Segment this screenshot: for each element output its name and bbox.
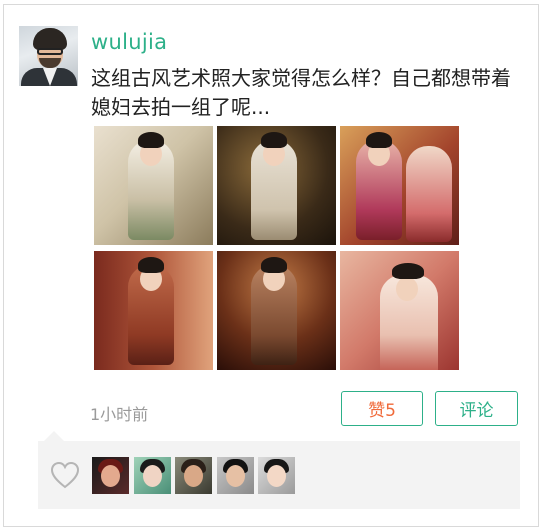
avatar-hair <box>33 28 67 50</box>
photo-5[interactable] <box>217 251 336 370</box>
avatar-glasses <box>37 48 63 55</box>
photo-4[interactable] <box>94 251 213 370</box>
user-avatar[interactable] <box>19 26 78 86</box>
liker-avatar[interactable] <box>217 457 254 494</box>
photo-1[interactable] <box>94 126 213 245</box>
post-timestamp: 1小时前 <box>90 405 149 424</box>
heart-icon[interactable] <box>50 461 80 489</box>
liker-avatar[interactable] <box>175 457 212 494</box>
avatar-beard <box>39 58 61 68</box>
photo-6[interactable] <box>340 251 459 370</box>
photo-2[interactable] <box>217 126 336 245</box>
liker-avatar[interactable] <box>134 457 171 494</box>
liker-avatar[interactable] <box>92 457 129 494</box>
photo-grid <box>94 126 461 370</box>
like-button[interactable]: 赞5 <box>341 391 423 426</box>
likes-panel <box>38 431 520 509</box>
post-text: 这组古风艺术照大家觉得怎么样？自己都想带着媳妇去拍一组了呢... <box>91 66 511 119</box>
comment-button[interactable]: 评论 <box>435 391 518 426</box>
post-card: wulujia 这组古风艺术照大家觉得怎么样？自己都想带着媳妇去拍一组了呢...… <box>3 4 539 527</box>
username[interactable]: wulujia <box>91 30 167 54</box>
liker-avatar[interactable] <box>258 457 295 494</box>
photo-3[interactable] <box>340 126 459 245</box>
